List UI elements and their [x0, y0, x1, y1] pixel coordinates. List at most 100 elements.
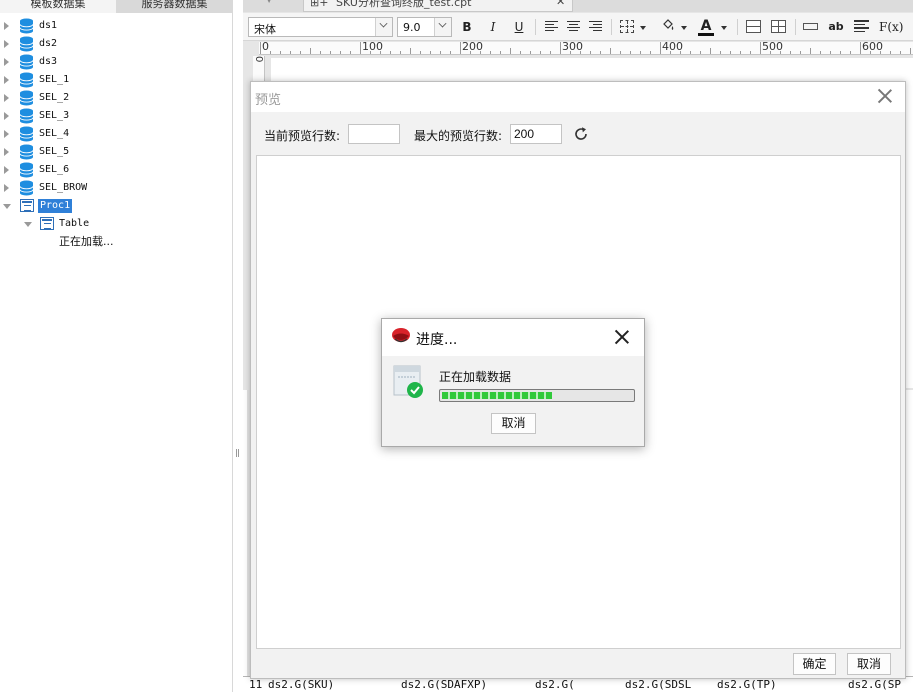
grid-cell[interactable]: ds2.G(SP	[848, 678, 901, 691]
tab-template-datasets[interactable]: 模板数据集	[0, 0, 116, 13]
ruler-tick	[840, 51, 841, 54]
grid-cell[interactable]: ds2.G(	[535, 678, 575, 691]
font-size-select[interactable]: 9.0	[397, 17, 452, 37]
tree-item-dataset[interactable]: SEL_4	[0, 125, 233, 143]
expand-arrow-icon[interactable]	[4, 58, 9, 66]
ruler-tick	[530, 51, 531, 54]
ruler-tick	[540, 51, 541, 54]
ruler-tick	[620, 51, 621, 54]
close-icon[interactable]	[614, 329, 630, 345]
ok-button[interactable]: 确定	[793, 653, 836, 675]
current-rows-input[interactable]	[348, 124, 400, 144]
ruler-tick	[290, 51, 291, 54]
ruler-tick	[280, 51, 281, 54]
tree-item-dataset[interactable]: ds3	[0, 53, 233, 71]
expand-arrow-icon[interactable]	[4, 40, 9, 48]
merge-cells-icon[interactable]	[746, 20, 761, 33]
app-logo-icon	[392, 328, 410, 343]
fill-dropdown-icon[interactable]	[681, 26, 687, 30]
tree-item-dataset[interactable]: SEL_6	[0, 161, 233, 179]
font-size-value: 9.0	[403, 21, 421, 34]
document-tab-label: SKU分析查询终版_test.cpt	[336, 0, 472, 9]
tree-item-table[interactable]: Table	[0, 215, 233, 233]
tree-item-dataset[interactable]: SEL_1	[0, 71, 233, 89]
ruler-tick	[690, 51, 691, 54]
grid-cell[interactable]: ds2.G(TP)	[717, 678, 777, 691]
expand-arrow-icon[interactable]	[4, 76, 9, 84]
close-icon[interactable]	[877, 88, 893, 104]
tree-item-label: SEL_1	[39, 74, 70, 85]
toolbar-divider	[795, 19, 796, 35]
italic-button[interactable]: I	[486, 18, 500, 36]
ruler-tick	[660, 42, 661, 54]
progress-titlebar[interactable]: 进度...	[382, 319, 644, 356]
tree-item-dataset[interactable]: ds2	[0, 35, 233, 53]
tree-item-dataset[interactable]: SEL_BROW	[0, 179, 233, 197]
tree-item-label: Proc1	[38, 199, 73, 213]
ruler-tick	[270, 51, 271, 54]
split-cells-icon[interactable]	[771, 20, 786, 33]
ruler-tick	[800, 51, 801, 54]
expand-arrow-icon[interactable]	[4, 148, 9, 156]
tree-item-dataset[interactable]: SEL_3	[0, 107, 233, 125]
ruler-tick	[450, 51, 451, 54]
font-family-value: 宋体	[254, 23, 276, 36]
underline-button[interactable]: U	[512, 18, 526, 36]
document-tab[interactable]: ▼ ⊞+ SKU分析查询终版_test.cpt ✕	[266, 0, 573, 12]
chevron-down-icon[interactable]	[434, 18, 451, 36]
collapse-arrow-icon[interactable]	[24, 222, 32, 227]
align-center-icon[interactable]	[567, 21, 580, 32]
ruler-tick	[890, 51, 891, 54]
ruler-tick	[810, 48, 811, 54]
tree-item-label: SEL_4	[39, 128, 70, 139]
tree-item-dataset[interactable]: ds1	[0, 17, 233, 35]
font-family-select[interactable]: 宋体	[248, 17, 393, 37]
ruler-tick	[820, 51, 821, 54]
tree-item-dataset[interactable]: SEL_5	[0, 143, 233, 161]
text-fit-icon[interactable]	[803, 23, 818, 30]
current-rows-label: 当前预览行数:	[264, 129, 341, 143]
grid-cell[interactable]: ds2.G(SKU)	[268, 678, 334, 691]
expand-arrow-icon[interactable]	[4, 166, 9, 174]
ruler-tick	[420, 51, 421, 54]
expand-arrow-icon[interactable]	[4, 22, 9, 30]
bold-button[interactable]: B	[460, 18, 474, 36]
formula-button[interactable]: F(x)	[879, 18, 903, 36]
collapse-arrow-icon[interactable]	[3, 204, 11, 209]
preview-titlebar[interactable]: 预览	[251, 82, 905, 112]
close-tab-icon[interactable]: ✕	[556, 0, 565, 8]
ruler-tick	[360, 42, 361, 54]
ruler-tick	[590, 51, 591, 54]
text-wrap-button[interactable]: ab	[828, 18, 844, 36]
paragraph-icon[interactable]	[854, 20, 869, 32]
align-right-icon[interactable]	[589, 21, 602, 32]
grid-cell[interactable]: ds2.G(SDSL	[625, 678, 691, 691]
tab-server-datasets[interactable]: 服务器数据集	[116, 0, 233, 13]
splitter-handle[interactable]	[236, 449, 239, 457]
add-tab-icon[interactable]: ⊞+	[310, 0, 328, 9]
border-icon[interactable]	[620, 20, 634, 33]
progress-fill	[442, 392, 552, 399]
ruler-tick	[400, 51, 401, 54]
tree-item-proc1[interactable]: Proc1	[0, 197, 233, 215]
tree-item-dataset[interactable]: SEL_2	[0, 89, 233, 107]
grid-cell[interactable]: ds2.G(SDAFXP)	[401, 678, 487, 691]
database-icon	[19, 72, 34, 88]
font-color-dropdown-icon[interactable]	[721, 26, 727, 30]
expand-arrow-icon[interactable]	[4, 94, 9, 102]
align-left-icon[interactable]	[545, 21, 558, 32]
fill-color-icon[interactable]	[660, 18, 676, 34]
expand-arrow-icon[interactable]	[4, 130, 9, 138]
refresh-icon[interactable]	[572, 125, 590, 143]
ruler-tick	[490, 51, 491, 54]
border-dropdown-icon[interactable]	[640, 26, 646, 30]
ruler-tick	[910, 48, 911, 54]
tab-list-dropdown-icon[interactable]: ▼	[266, 0, 272, 4]
cancel-button[interactable]: 取消	[491, 413, 536, 434]
font-color-icon[interactable]: A	[698, 18, 714, 36]
expand-arrow-icon[interactable]	[4, 112, 9, 120]
chevron-down-icon[interactable]	[375, 18, 392, 36]
cancel-button[interactable]: 取消	[847, 653, 891, 675]
max-rows-input[interactable]	[510, 124, 562, 144]
expand-arrow-icon[interactable]	[4, 184, 9, 192]
